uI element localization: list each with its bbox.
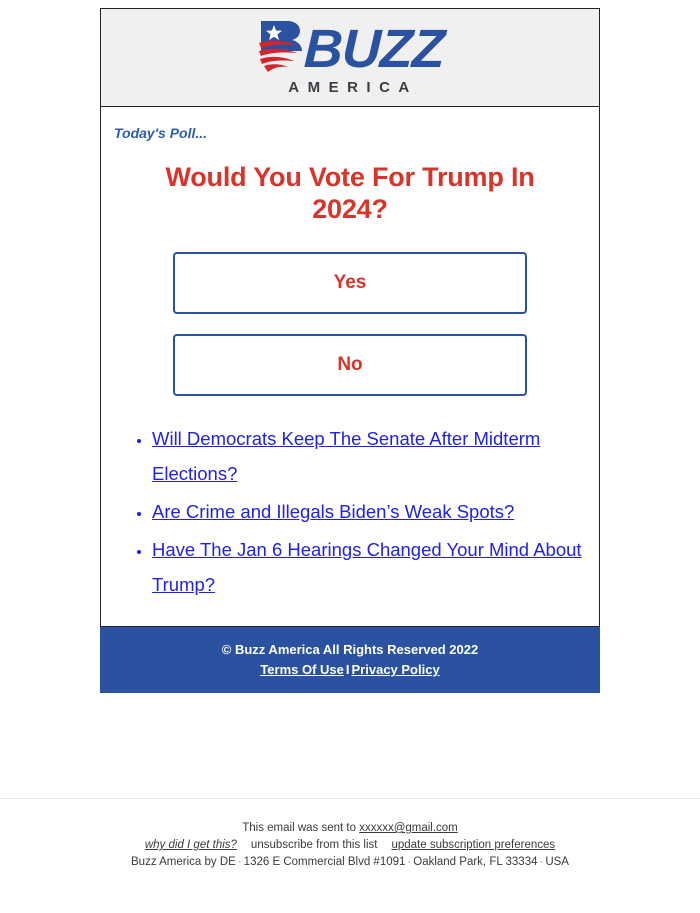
- poll-question: Would You Vote For Trump In 2024?: [165, 162, 535, 224]
- email-card: BUZZ AMERICA Today's Poll... Would You V…: [100, 8, 600, 628]
- topic-link-jan6-hearings[interactable]: Have The Jan 6 Hearings Changed Your Min…: [152, 539, 582, 595]
- topic-link-senate-midterms[interactable]: Will Democrats Keep The Senate After Mid…: [152, 428, 540, 484]
- footer-link-separator: I: [345, 662, 350, 677]
- poll-answer-no-label: No: [337, 354, 363, 376]
- fineprint-actions-line: why did I get this? unsubscribe from this…: [0, 837, 700, 854]
- logo-wordmark-text: BUZZ: [302, 19, 445, 79]
- list-item: Will Democrats Keep The Senate After Mid…: [152, 422, 586, 492]
- privacy-policy-link[interactable]: Privacy Policy: [352, 662, 440, 677]
- poll-kicker: Today's Poll...: [114, 125, 208, 141]
- update-subscription-preferences-link[interactable]: update subscription preferences: [391, 839, 555, 851]
- buzz-america-flag-b-mark-icon: [257, 20, 303, 75]
- email-footer-band: © Buzz America All Rights Reserved 2022 …: [100, 627, 600, 693]
- poll-answer-yes-button[interactable]: Yes: [173, 252, 527, 315]
- address-street: 1326 E Commercial Blvd #1091: [243, 856, 406, 868]
- footer-links: Terms Of Use I Privacy Policy: [260, 660, 439, 680]
- email-header: BUZZ AMERICA: [100, 8, 600, 107]
- poll-answer-no-button[interactable]: No: [173, 334, 527, 397]
- list-item: Are Crime and Illegals Biden’s Weak Spot…: [152, 495, 586, 530]
- address-city-state-zip: Oakland Park, FL 33334: [413, 856, 538, 868]
- fineprint-divider: [0, 798, 700, 799]
- unsubscribe-link[interactable]: unsubscribe from this list: [251, 839, 378, 851]
- terms-of-use-link[interactable]: Terms Of Use: [260, 662, 344, 677]
- list-item: Have The Jan 6 Hearings Changed Your Min…: [152, 533, 586, 603]
- email-fineprint: This email was sent to xxxxxx@gmail.com …: [0, 820, 700, 871]
- recipient-email-link[interactable]: xxxxxx@gmail.com: [359, 822, 458, 834]
- why-did-i-get-this-link[interactable]: why did I get this?: [145, 839, 237, 851]
- poll-answer-yes-label: Yes: [333, 272, 367, 294]
- address-company: Buzz America by DE: [131, 856, 236, 868]
- fineprint-address-line: Buzz America by DE · 1326 E Commercial Blv…: [0, 854, 700, 871]
- buzz-america-logo: BUZZ AMERICA: [257, 19, 445, 96]
- sent-to-label: This email was sent to: [242, 822, 360, 834]
- topic-link-list: Will Democrats Keep The Senate After Mid…: [114, 422, 586, 603]
- logo-wordmark-row: BUZZ: [257, 19, 445, 79]
- email-body: Today's Poll... Would You Vote For Trump…: [100, 107, 600, 628]
- poll-options: Yes No: [114, 252, 586, 397]
- address-country: USA: [545, 856, 569, 868]
- logo-subtitle-text: AMERICA: [288, 79, 418, 96]
- address-separator: ·: [237, 856, 242, 868]
- fineprint-recipient-line: This email was sent to xxxxxx@gmail.com: [0, 820, 700, 837]
- topic-link-crime-illegals[interactable]: Are Crime and Illegals Biden’s Weak Spot…: [152, 501, 514, 522]
- copyright-text: © Buzz America All Rights Reserved 2022: [221, 642, 479, 657]
